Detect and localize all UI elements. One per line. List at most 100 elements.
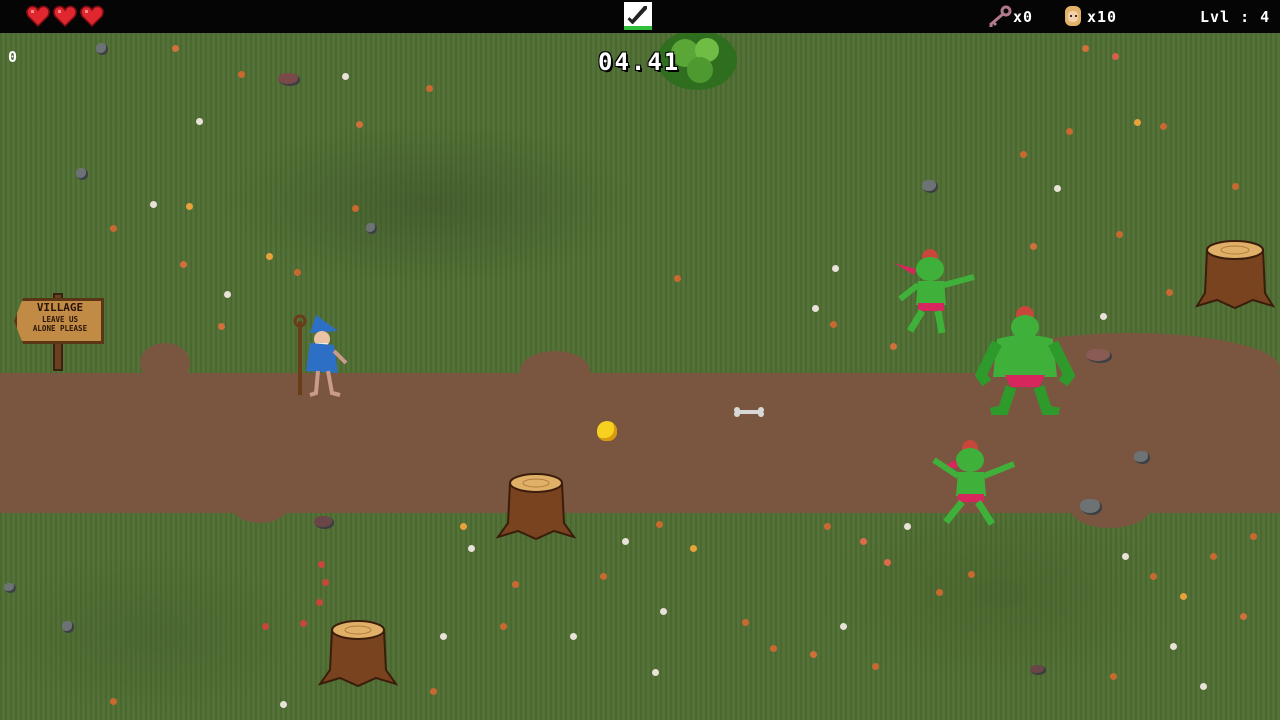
allies-count: x10 — [1087, 8, 1118, 26]
flower — [180, 261, 187, 268]
flower — [172, 45, 179, 52]
rock — [366, 223, 377, 234]
rock — [278, 73, 300, 86]
ally-portrait-icon — [1065, 6, 1081, 26]
flower — [600, 573, 607, 580]
dirt-patch — [140, 343, 190, 383]
sign-title: VILLAGE — [36, 301, 84, 314]
flower — [884, 559, 891, 566]
mushroom — [262, 623, 269, 630]
game-world[interactable]: VILLAGE LEAVE US ALONE PLEASE — [0, 33, 1280, 720]
mushroom — [322, 579, 329, 586]
rock — [1086, 349, 1112, 363]
flower — [468, 545, 475, 552]
tree-stump — [496, 473, 576, 541]
sign-subtitle-line: ALONE PLEASE — [32, 324, 88, 333]
flower — [904, 523, 911, 530]
mushroom — [316, 599, 323, 606]
flower — [860, 538, 867, 545]
flower — [1134, 119, 1141, 126]
flower — [840, 623, 847, 630]
level-indicator: Lvl : 4 — [1200, 8, 1271, 26]
mushroom — [300, 620, 307, 627]
tree-stump — [1195, 240, 1275, 310]
flower — [460, 523, 467, 530]
flower — [1180, 593, 1187, 600]
flower — [812, 305, 819, 312]
flower — [1200, 683, 1207, 690]
mushroom — [318, 561, 325, 568]
flower — [1116, 231, 1123, 238]
flower — [110, 698, 117, 705]
flower — [674, 275, 681, 282]
flower — [770, 645, 777, 652]
flower — [342, 73, 349, 80]
sword-icon — [627, 6, 647, 25]
flower — [660, 608, 667, 615]
ogre-enemy[interactable] — [975, 305, 1075, 415]
flower — [742, 619, 749, 626]
flower — [832, 265, 839, 272]
flower — [1160, 123, 1167, 130]
heart-icon — [53, 5, 77, 27]
flower — [196, 118, 203, 125]
flower — [266, 253, 273, 260]
flower — [890, 343, 897, 350]
flower — [1030, 243, 1037, 250]
player-chick[interactable] — [597, 421, 617, 441]
flower — [570, 633, 577, 640]
flower — [280, 701, 287, 708]
heart-icon — [26, 5, 50, 27]
flower — [1210, 553, 1217, 560]
score-counter: 0 — [8, 48, 18, 66]
rock — [922, 180, 938, 193]
flower — [652, 669, 659, 676]
flower — [356, 121, 363, 128]
goblin-enemy[interactable] — [930, 438, 1016, 526]
flower — [872, 663, 879, 670]
goblin-enemy[interactable] — [890, 247, 976, 335]
flower — [810, 651, 817, 658]
rock — [62, 621, 74, 633]
wizard-npc[interactable] — [288, 311, 358, 399]
weapon-slot[interactable] — [624, 2, 652, 30]
bone-item[interactable] — [732, 407, 766, 417]
flower — [1112, 53, 1119, 60]
tree-stump — [318, 620, 398, 688]
flower — [224, 291, 231, 298]
keys-count: x0 — [1013, 8, 1034, 26]
round-timer: 04.41 — [598, 48, 681, 76]
flower — [1020, 151, 1027, 158]
flower — [1054, 185, 1061, 192]
flower — [1110, 673, 1117, 680]
rock — [96, 43, 108, 55]
flower — [1150, 573, 1157, 580]
sign-subtitle: LEAVE US ALONE PLEASE — [24, 315, 96, 333]
hud-bar: x0 x10 Lvl : 4 — [0, 0, 1280, 33]
flower — [426, 85, 433, 92]
rock — [1134, 451, 1150, 464]
flower — [440, 633, 447, 640]
flower — [1082, 45, 1089, 52]
dirt-patch — [230, 483, 290, 523]
flower — [512, 581, 519, 588]
flower — [430, 688, 437, 695]
rock — [1080, 499, 1102, 515]
flower — [1100, 313, 1107, 320]
flower — [1232, 183, 1239, 190]
flower — [1240, 613, 1247, 620]
flower — [1122, 553, 1129, 560]
flower — [352, 205, 359, 212]
flower — [656, 521, 663, 528]
rock — [4, 583, 16, 593]
rock — [76, 168, 88, 180]
flower — [500, 623, 507, 630]
flower — [622, 538, 629, 545]
flower — [238, 71, 245, 78]
flower — [1250, 533, 1257, 540]
flower — [110, 225, 117, 232]
sign-subtitle-line: LEAVE US — [41, 315, 79, 324]
flower — [1166, 289, 1173, 296]
flower — [824, 523, 831, 530]
flower — [936, 589, 943, 596]
